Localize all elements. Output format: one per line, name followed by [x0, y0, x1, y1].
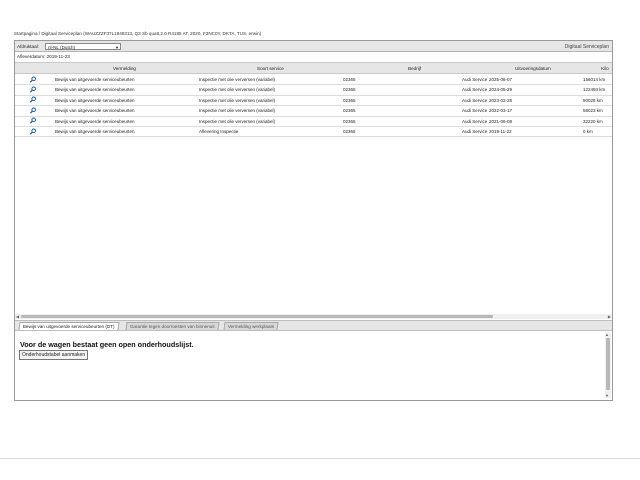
magnifier-icon[interactable]: [29, 107, 37, 114]
scroll-up-icon[interactable]: ▲: [605, 332, 609, 337]
cell-soort-service: Inspectie met olie verversen (variabel): [199, 77, 276, 82]
cell-vermelding: Bewijs van uitgevoerde serviceubeurten: [55, 108, 135, 114]
language-label: Afdruktaal:: [17, 44, 39, 49]
magnifier-icon[interactable]: [29, 117, 37, 124]
cell-vermelding: Bewijs van uitgevoerde serviceubeurten: [55, 97, 135, 103]
cell-vermelding: Bewijs van uitgevoerde serviceubeurten: [55, 118, 135, 124]
cell-kilometers: 156014 km: [583, 77, 606, 82]
no-maintenance-message: Voor de wagen bestaat geen open onderhou…: [20, 340, 194, 349]
cell-kilometers: 32220 km: [583, 118, 603, 124]
cell-kilometers: 122493 km: [583, 87, 606, 93]
cell-soort-service: Inspectie met olie verversen (variabel): [199, 97, 276, 103]
cell-vermelding: Bewijs van uitgevoerde serviceubeurten: [55, 87, 135, 93]
cell-kilometers: 80028 km: [583, 97, 603, 103]
language-select-value: nl-NL (Dutch): [48, 44, 76, 50]
cell-datum: 2019-11-22: [489, 129, 512, 134]
column-header-uitvoeringsdatum[interactable]: Uitvoeringsdatum: [515, 66, 551, 71]
cell-datum: 2023-02-28: [489, 97, 513, 103]
magnifier-icon[interactable]: [29, 96, 37, 103]
cell-code: 02365: [343, 77, 356, 82]
cell-vermelding: Bewijs van uitgevoerde serviceubeurten: [55, 77, 135, 82]
table-header: Vermelding Soort service Bedrijf Uitvoer…: [15, 62, 612, 74]
brand-label: Digitaal Serviceplan: [564, 43, 609, 50]
cell-bedrijf: Audi Service: [462, 108, 488, 114]
language-select[interactable]: nl-NL (Dutch) ▼: [45, 42, 121, 50]
cell-bedrijf: Audi Service: [462, 97, 488, 103]
cell-bedrijf: Audi Service: [462, 129, 488, 134]
cell-bedrijf: Audi Service: [462, 118, 488, 124]
vertical-scroll-thumb[interactable]: [606, 338, 610, 390]
cell-vermelding: Bewijs van uitgevoerde serviceubeurten: [55, 129, 135, 134]
horizontal-scrollbar[interactable]: ◀ ▶: [15, 314, 612, 319]
scroll-down-icon[interactable]: ▼: [605, 393, 609, 398]
breadcrumb[interactable]: Startpagina / Digitaal Serviceplan (WAUZ…: [14, 31, 261, 36]
cell-datum: 2025-06-07: [489, 77, 513, 82]
tab-rust-warranty[interactable]: Garantie tegen doorroesten van binnenuit: [125, 321, 220, 330]
cell-soort-service: Inspectie met olie verversen (variabel): [199, 87, 276, 93]
service-plan-window: Afdruktaal: nl-NL (Dutch) ▼ Digitaal Ser…: [14, 40, 613, 401]
vertical-scrollbar[interactable]: ▲ ▼: [605, 332, 611, 398]
tab-service-proof[interactable]: Bewijs van uitgevoerde serviceubeurten (…: [18, 321, 120, 330]
cell-kilometers: 0 km: [583, 129, 593, 134]
tab-workshop-note[interactable]: Vermelding werkplaats: [223, 321, 279, 330]
magnifier-icon[interactable]: [29, 86, 37, 93]
tab-bar: Bewijs van uitgevoerde serviceubeurten (…: [15, 320, 612, 331]
tab-label: Bewijs van uitgevoerde serviceubeurten (…: [22, 323, 115, 329]
cell-code: 02365: [343, 118, 356, 124]
magnifier-icon[interactable]: [29, 75, 37, 83]
tab-label: Vermelding werkplaats: [227, 323, 275, 329]
cell-kilometers: 58023 km: [583, 108, 603, 114]
cell-bedrijf: Audi Service: [462, 87, 488, 93]
create-maintenance-table-button[interactable]: Onderhoudstabel aanmaken: [19, 350, 89, 360]
cell-soort-service: Aflevering Inspectie: [199, 129, 239, 134]
column-header-kilometers[interactable]: Kilo: [601, 66, 609, 71]
cell-bedrijf: Audi Service: [462, 77, 488, 82]
cell-soort-service: Inspectie met olie verversen (variabel): [199, 118, 276, 124]
cell-code: 02365: [343, 108, 356, 114]
cell-datum: 2024-05-29: [489, 87, 513, 93]
tab-label: Garantie tegen doorroesten van binnenuit: [129, 323, 215, 329]
column-header-bedrijf[interactable]: Bedrijf: [408, 66, 421, 71]
magnifier-icon[interactable]: [29, 127, 37, 135]
scroll-left-icon[interactable]: ◀: [16, 314, 19, 319]
cell-datum: 2022-03-17: [489, 108, 513, 114]
scroll-right-icon[interactable]: ▶: [608, 314, 611, 319]
horizontal-scroll-thumb[interactable]: [21, 315, 493, 318]
cell-code: 02365: [343, 97, 356, 103]
cell-soort-service: Inspectie met olie verversen (variabel): [199, 108, 276, 114]
chevron-down-icon: ▼: [115, 44, 119, 50]
toolbar: Afdruktaal: nl-NL (Dutch) ▼ Digitaal Ser…: [15, 41, 612, 52]
page-divider: [0, 458, 640, 459]
cell-code: 02365: [343, 87, 356, 93]
table-row[interactable]: Bewijs van uitgevoerde serviceubeurten A…: [15, 126, 612, 138]
delivery-date: Afleverdatum: 2019-11-23: [17, 54, 70, 59]
cell-datum: 2021-06-08: [489, 118, 513, 124]
cell-code: 02365: [343, 129, 356, 134]
column-header-vermelding[interactable]: Vermelding: [113, 66, 136, 71]
column-header-soort-service[interactable]: Soort service: [257, 66, 284, 71]
